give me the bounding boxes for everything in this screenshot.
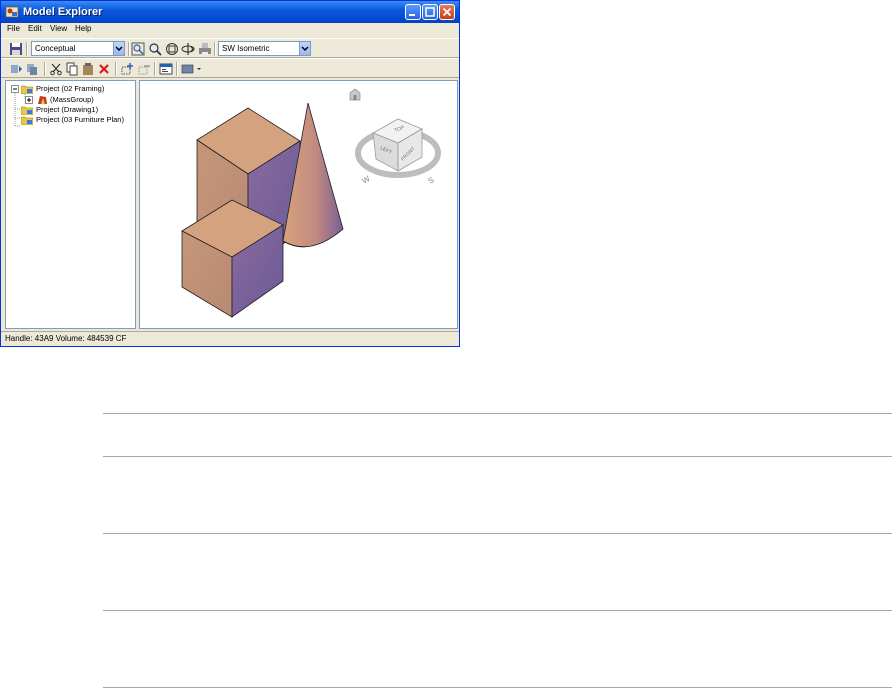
tree-item-label[interactable]: Project (Drawing1): [36, 105, 98, 114]
zoom-window-icon[interactable]: [165, 42, 179, 56]
refresh-icon[interactable]: [9, 62, 23, 76]
paste-icon[interactable]: [81, 62, 95, 76]
viewport-canvas: TOP LEFT FRONT W S: [181, 88, 441, 318]
chevron-down-icon: [115, 46, 123, 52]
toolbar-main: Conceptual SW Isometric: [1, 38, 459, 58]
copy-icon[interactable]: [65, 62, 79, 76]
plus-icon: [27, 98, 31, 102]
model-tree: Project (02 Framing) (MassGroup) Project…: [5, 80, 136, 329]
menu-bar: File Edit View Help: [1, 23, 459, 37]
view-direction-combo[interactable]: SW Isometric: [218, 41, 311, 56]
title-bar[interactable]: Model Explorer: [1, 1, 459, 23]
visual-style-value: Conceptual: [35, 44, 76, 53]
properties-icon[interactable]: [159, 62, 173, 76]
minimize-icon: [409, 14, 415, 16]
close-icon: [442, 7, 452, 17]
tree-item-label[interactable]: Project (03 Furniture Plan): [36, 115, 124, 124]
viewport-3d[interactable]: TOP LEFT FRONT W S: [139, 80, 458, 329]
menu-edit[interactable]: Edit: [28, 24, 42, 33]
collapse-toggle[interactable]: [11, 85, 19, 93]
toolbar-secondary: [1, 58, 459, 78]
visual-style-combo[interactable]: Conceptual: [31, 41, 125, 56]
divider-line: [103, 456, 892, 457]
model-explorer-window: Model Explorer File Edit View Help Conce…: [0, 0, 460, 347]
print-icon[interactable]: [198, 42, 212, 56]
compass-w: W: [361, 174, 372, 186]
orbit-icon[interactable]: [181, 42, 195, 56]
menu-help[interactable]: Help: [75, 24, 91, 33]
status-bar: Handle: 43A9 Volume: 484539 CF: [1, 331, 459, 346]
divider-line: [103, 610, 892, 611]
add-icon[interactable]: [120, 62, 134, 76]
mass-group-icon: [38, 96, 47, 104]
model-explorer-icon: [5, 6, 19, 18]
tree-item-label[interactable]: (MassGroup): [50, 95, 94, 104]
home-icon[interactable]: [349, 88, 361, 101]
compass-s: S: [427, 175, 436, 185]
divider-line: [103, 533, 892, 534]
status-text: Handle: 43A9 Volume: 484539 CF: [5, 334, 127, 343]
folder-icon: [21, 116, 33, 125]
chevron-down-icon: [301, 46, 309, 52]
window-title: Model Explorer: [23, 6, 103, 18]
view-direction-value: SW Isometric: [222, 44, 270, 53]
minus-icon: [13, 88, 17, 90]
minimize-button[interactable]: [405, 4, 421, 20]
zoom-extents-icon[interactable]: [131, 42, 145, 56]
viewcube[interactable]: TOP LEFT FRONT W S: [355, 118, 441, 186]
folder-icon: [21, 85, 33, 94]
close-button[interactable]: [439, 4, 455, 20]
menu-file[interactable]: File: [7, 24, 20, 33]
save-icon[interactable]: [9, 42, 23, 56]
menu-view[interactable]: View: [50, 24, 67, 33]
dropdown-tool-icon[interactable]: [181, 62, 203, 76]
expand-toggle[interactable]: [25, 96, 33, 104]
remove-icon[interactable]: [137, 62, 151, 76]
visual-style-dropdown[interactable]: [113, 42, 124, 55]
divider-line: [103, 413, 892, 414]
maximize-button[interactable]: [422, 4, 438, 20]
zoom-icon[interactable]: [148, 42, 162, 56]
folder-icon: [21, 106, 33, 115]
view-direction-dropdown[interactable]: [299, 42, 310, 55]
tree-item-label[interactable]: Project (02 Framing): [36, 84, 104, 93]
delete-icon[interactable]: [97, 62, 111, 76]
maximize-icon: [425, 7, 435, 17]
cut-icon[interactable]: [49, 62, 63, 76]
refresh-all-icon[interactable]: [26, 62, 40, 76]
